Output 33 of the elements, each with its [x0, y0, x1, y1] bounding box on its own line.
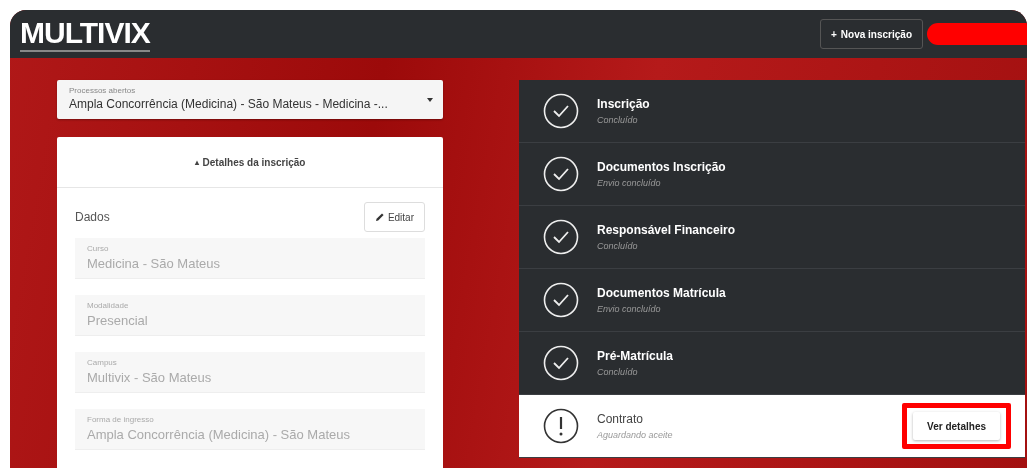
plus-icon: +	[831, 28, 837, 40]
edit-button[interactable]: Editar	[363, 202, 425, 232]
step-status: Aguardando aceite	[597, 430, 674, 440]
step-status: Envio concluído	[597, 178, 662, 188]
step-status: Envio concluído	[597, 304, 662, 314]
check-circle-icon	[543, 282, 579, 318]
step-title: Contrato	[597, 412, 645, 426]
section-title: Dados	[75, 210, 110, 224]
step-status: Concluído	[597, 241, 639, 251]
step-title: Documentos Inscrição	[597, 160, 727, 174]
check-circle-icon	[543, 345, 579, 381]
step-title: Responsável Financeiro	[597, 223, 737, 237]
step-title: Inscrição	[597, 97, 651, 111]
pencil-icon	[374, 212, 385, 222]
step-status: Concluído	[597, 367, 639, 377]
caret-up-icon: ▴	[194, 157, 199, 167]
multivix-logo: MULTIVIX	[20, 16, 150, 52]
readonly-field: Campus Multivix - São Mateus	[75, 352, 425, 393]
readonly-field: Curso Medicina - São Mateus	[75, 238, 425, 279]
details-title[interactable]: Detalhes da inscrição	[202, 156, 306, 168]
step-title: Pré-Matrícula	[597, 349, 675, 363]
exclamation-circle-icon	[543, 408, 579, 444]
view-details-button[interactable]: Ver detalhes	[913, 412, 1000, 440]
readonly-field: Modalidade Presencial	[75, 295, 425, 336]
check-circle-icon	[543, 93, 579, 129]
step-status: Concluído	[597, 115, 639, 125]
check-circle-icon	[543, 219, 579, 255]
readonly-field: Forma de ingresso Ampla Concorrência (Medicina) - São Mateus	[75, 409, 425, 450]
check-circle-icon	[543, 156, 579, 192]
process-dropdown[interactable]: Processos abertos Ampla Concorrência (Medicina) - São Mateus - Medicina -...	[57, 80, 443, 119]
step-title: Documentos Matrícula	[597, 286, 727, 300]
new-registration-button[interactable]: + Nova inscrição	[820, 19, 923, 49]
caret-icon	[427, 98, 433, 102]
